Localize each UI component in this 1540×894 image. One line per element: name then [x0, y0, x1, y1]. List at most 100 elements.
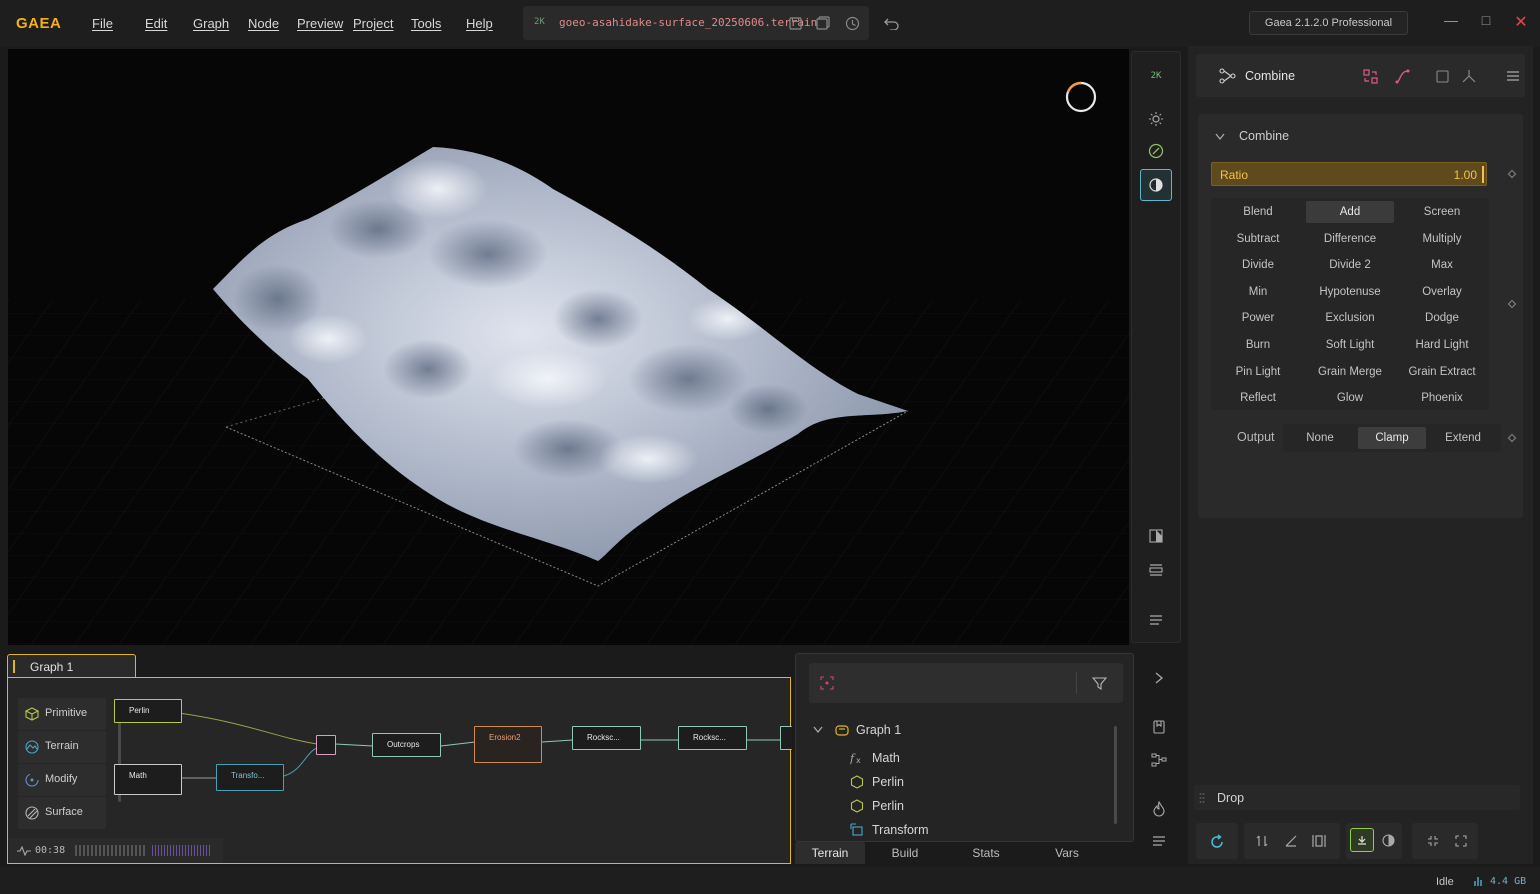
- tree-item-perlin[interactable]: Perlin: [872, 799, 904, 813]
- chevron-down-icon[interactable]: [1215, 133, 1225, 141]
- blend-option[interactable]: Divide: [1214, 254, 1302, 276]
- chevron-right-icon[interactable]: [1153, 671, 1165, 685]
- ports-icon[interactable]: [1461, 68, 1477, 84]
- blend-option[interactable]: Min: [1214, 281, 1302, 303]
- frame-icon[interactable]: [1140, 554, 1172, 586]
- tab-stats[interactable]: Stats: [951, 842, 1021, 864]
- blend-option[interactable]: Phoenix: [1398, 387, 1486, 409]
- 3d-viewport[interactable]: [8, 49, 1129, 645]
- blend-option[interactable]: Exclusion: [1306, 307, 1394, 329]
- viewport-menu-icon[interactable]: [1140, 604, 1172, 636]
- minimize-icon[interactable]: —: [1441, 12, 1461, 32]
- tab-build[interactable]: Build: [870, 842, 940, 864]
- version-button[interactable]: Gaea 2.1.2.0 Professional: [1249, 11, 1408, 35]
- list-menu-icon[interactable]: [1152, 835, 1166, 847]
- contrast-icon[interactable]: [1380, 832, 1396, 848]
- undo-icon[interactable]: [882, 14, 900, 32]
- graph-layout-icon[interactable]: [1151, 752, 1167, 768]
- menu-project[interactable]: Project: [353, 16, 393, 31]
- menu-preview[interactable]: Preview: [297, 16, 343, 31]
- blend-option[interactable]: Divide 2: [1306, 254, 1394, 276]
- maximize-icon[interactable]: □: [1476, 12, 1496, 32]
- menu-edit[interactable]: Edit: [145, 16, 167, 31]
- tree-item-math[interactable]: Math: [872, 751, 900, 765]
- blend-option[interactable]: Multiply: [1398, 228, 1486, 250]
- blend-option[interactable]: Dodge: [1398, 307, 1486, 329]
- graph-node-math[interactable]: Math: [114, 764, 182, 795]
- flame-icon[interactable]: [1152, 801, 1166, 817]
- graph-node-transform[interactable]: Transfo...: [216, 764, 284, 791]
- output-none-button[interactable]: None: [1286, 427, 1354, 449]
- fullscreen-icon[interactable]: [1453, 833, 1469, 849]
- blend-option[interactable]: Glow: [1306, 387, 1394, 409]
- tab-terrain[interactable]: Terrain: [795, 842, 865, 864]
- refresh-icon[interactable]: [1207, 832, 1227, 852]
- split-view-icon[interactable]: [1140, 520, 1172, 552]
- sun-icon[interactable]: [1140, 103, 1172, 135]
- output-extend-button[interactable]: Extend: [1429, 427, 1497, 449]
- blend-option[interactable]: Screen: [1398, 201, 1486, 223]
- swap-inputs-icon[interactable]: [1362, 68, 1378, 84]
- explorer-search[interactable]: [809, 663, 1123, 703]
- graph-node-outcrops[interactable]: Outcrops: [372, 733, 441, 757]
- graph-node-perlin[interactable]: Perlin: [114, 699, 182, 723]
- tree-item-transform[interactable]: Transform: [872, 823, 929, 837]
- save-icon[interactable]: [787, 15, 803, 31]
- ratio-slider[interactable]: Ratio 1.00: [1211, 162, 1487, 186]
- blend-option[interactable]: Blend: [1214, 201, 1302, 223]
- menu-graph[interactable]: Graph: [193, 16, 229, 31]
- flip-icon[interactable]: [1254, 833, 1270, 849]
- menu-tools[interactable]: Tools: [411, 16, 441, 31]
- blend-option[interactable]: Difference: [1306, 228, 1394, 250]
- graph-node-offscreen[interactable]: [780, 726, 792, 750]
- curve-icon[interactable]: [1394, 68, 1410, 84]
- close-icon[interactable]: ✕: [1511, 12, 1531, 32]
- file-name-box[interactable]: 2K goeo-asahidake-surface_20250606.terra…: [523, 6, 869, 40]
- graph-node-rockscape[interactable]: Rocksc...: [678, 726, 747, 750]
- tree-item-perlin[interactable]: Perlin: [872, 775, 904, 789]
- tab-graph-1[interactable]: Graph 1: [7, 654, 136, 678]
- save-as-icon[interactable]: [815, 15, 831, 31]
- collapse-icon[interactable]: [1425, 833, 1441, 849]
- blend-option[interactable]: Subtract: [1214, 228, 1302, 250]
- blend-option[interactable]: Hard Light: [1398, 334, 1486, 356]
- blend-option[interactable]: Grain Extract: [1398, 361, 1486, 383]
- filter-icon[interactable]: [1092, 676, 1107, 691]
- blend-option[interactable]: Soft Light: [1306, 334, 1394, 356]
- blend-option[interactable]: Hypotenuse: [1306, 281, 1394, 303]
- blend-option[interactable]: Burn: [1214, 334, 1302, 356]
- tree-root-graph-1[interactable]: Graph 1: [856, 723, 901, 737]
- menu-help[interactable]: Help: [466, 16, 493, 31]
- bookmark-icon[interactable]: [1152, 720, 1166, 734]
- output-clamp-button[interactable]: Clamp: [1358, 427, 1426, 449]
- align-icon[interactable]: [1311, 833, 1327, 849]
- blend-option[interactable]: Power: [1214, 307, 1302, 329]
- focus-icon[interactable]: [820, 676, 834, 690]
- graph-node-rockscape[interactable]: Rocksc...: [572, 726, 641, 750]
- ratio-handle[interactable]: [1482, 166, 1484, 183]
- tab-vars[interactable]: Vars: [1032, 842, 1102, 864]
- panel-menu-icon[interactable]: [1505, 68, 1521, 84]
- graph-node-combine[interactable]: [316, 735, 336, 755]
- blend-option[interactable]: Overlay: [1398, 281, 1486, 303]
- history-icon[interactable]: [843, 14, 861, 32]
- blend-option[interactable]: Pin Light: [1214, 361, 1302, 383]
- measure-icon[interactable]: [1283, 833, 1299, 849]
- render-mode-icon[interactable]: [1140, 135, 1172, 167]
- menu-file[interactable]: File: [92, 16, 113, 31]
- tree-chevron-down-icon[interactable]: [813, 726, 823, 734]
- blend-option[interactable]: Max: [1398, 254, 1486, 276]
- blend-option[interactable]: Reflect: [1214, 387, 1302, 409]
- graph-node-erosion2[interactable]: Erosion2: [474, 726, 542, 763]
- mask-icon[interactable]: [1434, 68, 1450, 84]
- menu-node[interactable]: Node: [248, 16, 279, 31]
- resolution-badge[interactable]: 2K: [1140, 60, 1172, 92]
- node-graph[interactable]: Primitive Terrain Modify Surface Perlin …: [7, 677, 792, 864]
- blend-option-selected[interactable]: Add: [1306, 201, 1394, 223]
- explorer-scrollbar[interactable]: [1114, 726, 1117, 824]
- drop-section[interactable]: Drop: [1194, 785, 1520, 810]
- bake-down-icon[interactable]: [1350, 828, 1374, 852]
- drag-handle-icon[interactable]: [1199, 792, 1205, 804]
- material-icon[interactable]: [1140, 169, 1172, 201]
- blend-option[interactable]: Grain Merge: [1306, 361, 1394, 383]
